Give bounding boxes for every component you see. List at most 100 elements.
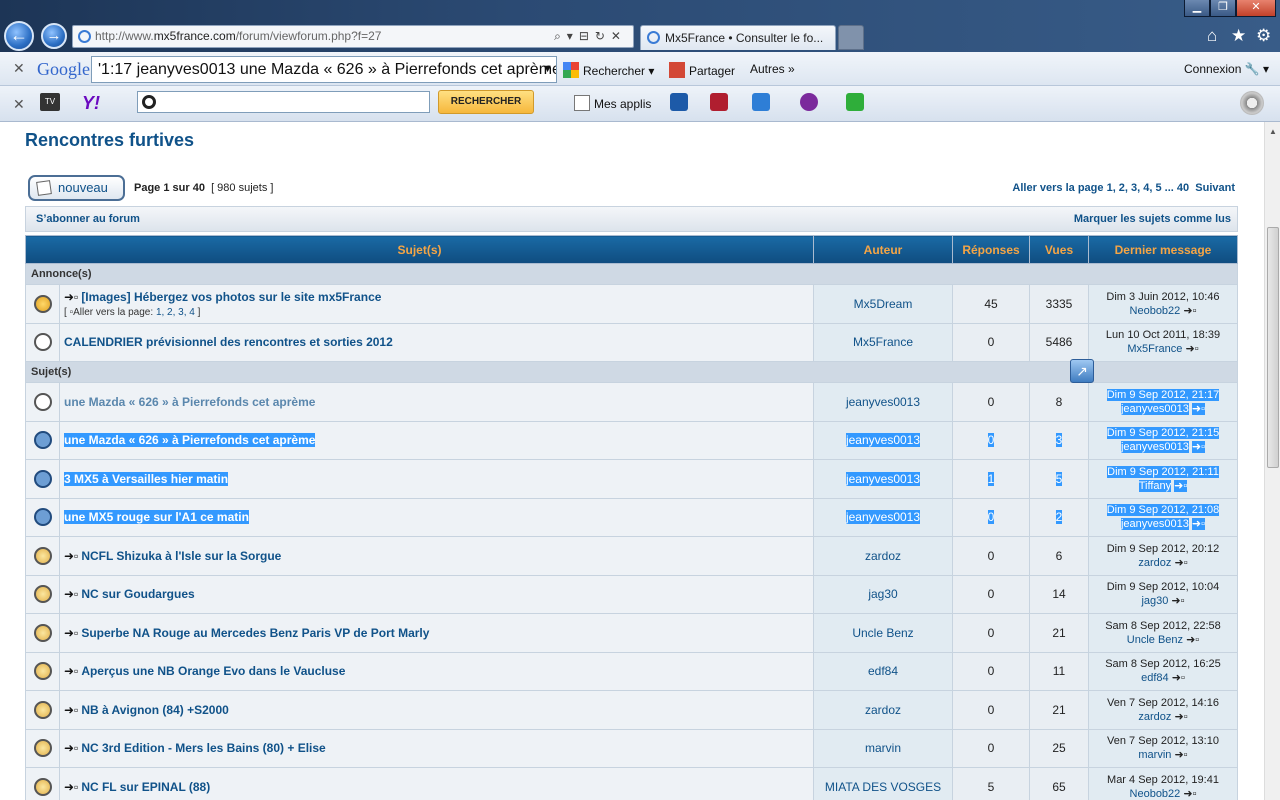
- home-icon[interactable]: ⌂: [1207, 26, 1217, 46]
- view-latest-icon[interactable]: ➜▫: [1183, 788, 1196, 800]
- close-toolbar-icon[interactable]: ✕: [13, 96, 25, 113]
- view-latest-icon[interactable]: ➜▫: [1191, 518, 1206, 531]
- view-latest-icon[interactable]: ➜▫: [1171, 595, 1184, 607]
- topic-author[interactable]: jag30: [813, 574, 953, 614]
- new-post-arrow-icon[interactable]: ➜▫: [64, 549, 78, 563]
- new-post-arrow-icon[interactable]: ➜▫: [64, 703, 78, 717]
- pagination-links[interactable]: Aller vers la page 1, 2, 3, 4, 5 ... 40 …: [1012, 182, 1235, 194]
- view-latest-icon[interactable]: ➜▫: [1174, 749, 1187, 761]
- partager-button[interactable]: Partager: [669, 62, 735, 78]
- address-tools-icon[interactable]: ⌕▾⊟↻✕: [554, 26, 627, 47]
- mark-read-link[interactable]: Marquer les sujets comme lus: [1074, 207, 1231, 231]
- topic-author[interactable]: zardoz: [813, 536, 953, 576]
- new-post-arrow-icon[interactable]: ➜▫: [64, 626, 78, 640]
- last-post-author[interactable]: zardoz: [1138, 711, 1171, 723]
- last-post-author[interactable]: Mx5France: [1127, 343, 1182, 355]
- view-latest-icon[interactable]: ➜▫: [1183, 305, 1196, 317]
- last-post-author[interactable]: jag30: [1141, 595, 1168, 607]
- yahoo-logo[interactable]: Y!: [82, 93, 100, 114]
- view-latest-icon[interactable]: ➜▫: [1174, 479, 1188, 492]
- yahoo-messenger-icon[interactable]: [800, 93, 818, 111]
- minimize-icon[interactable]: ▁: [1184, 0, 1210, 17]
- topic-link[interactable]: 3 MX5 à Versailles hier matin: [64, 471, 229, 486]
- topic-author[interactable]: jeanyves0013: [845, 471, 921, 486]
- view-latest-icon[interactable]: ➜▫: [1191, 402, 1206, 415]
- topic-link[interactable]: une MX5 rouge sur l'A1 ce matin: [64, 510, 249, 525]
- last-post-author[interactable]: edf84: [1141, 672, 1169, 684]
- last-post-author[interactable]: jeanyves0013: [1120, 402, 1189, 415]
- last-post-author[interactable]: Uncle Benz: [1127, 634, 1183, 646]
- settings-gear-icon[interactable]: [1240, 91, 1264, 115]
- topic-author[interactable]: jeanyves0013: [813, 382, 953, 422]
- chevron-down-icon[interactable]: ▼: [542, 57, 553, 82]
- notification-icon[interactable]: [710, 93, 728, 111]
- yahoo-search-button[interactable]: RECHERCHER: [438, 90, 534, 114]
- last-post-author[interactable]: jeanyves0013: [1120, 518, 1189, 531]
- view-latest-icon[interactable]: ➜▫: [1174, 557, 1187, 569]
- topic-author[interactable]: marvin: [813, 728, 953, 768]
- view-latest-icon[interactable]: ➜▫: [1174, 711, 1187, 723]
- new-tab-button[interactable]: [838, 25, 864, 50]
- new-post-arrow-icon[interactable]: ➜▫: [64, 741, 78, 755]
- topic-author[interactable]: jeanyves0013: [845, 510, 921, 525]
- wrench-icon[interactable]: 🔧: [1245, 62, 1260, 76]
- topic-link[interactable]: Superbe NA Rouge au Mercedes Benz Paris …: [81, 626, 429, 640]
- close-icon[interactable]: ✕: [1236, 0, 1276, 17]
- topic-link[interactable]: NC sur Goudargues: [81, 587, 194, 601]
- mail-icon[interactable]: [752, 93, 770, 111]
- last-post-author[interactable]: zardoz: [1138, 557, 1171, 569]
- forum-title[interactable]: Rencontres furtives: [25, 130, 194, 151]
- rechercher-button[interactable]: Rechercher ▾: [563, 62, 654, 78]
- close-toolbar-icon[interactable]: ✕: [13, 60, 25, 77]
- favorites-star-icon[interactable]: ★: [1231, 26, 1246, 46]
- last-post-author[interactable]: Neobob22: [1130, 305, 1181, 317]
- tab-mx5france[interactable]: Mx5France • Consulter le fo...: [640, 25, 836, 50]
- media-icon[interactable]: [670, 93, 688, 111]
- topic-link[interactable]: NB à Avignon (84) +S2000: [81, 703, 229, 717]
- yahoo-search-input[interactable]: [137, 91, 430, 113]
- topic-author[interactable]: zardoz: [813, 690, 953, 730]
- topic-link[interactable]: NC 3rd Edition - Mers les Bains (80) + E…: [81, 741, 325, 755]
- connexion-button[interactable]: Connexion 🔧 ▾: [1184, 62, 1269, 76]
- view-latest-icon[interactable]: ➜▫: [1191, 441, 1206, 454]
- new-topic-button[interactable]: nouveau: [28, 175, 125, 201]
- forward-button[interactable]: →: [41, 23, 67, 49]
- new-post-arrow-icon[interactable]: ➜▫: [64, 587, 78, 601]
- scroll-up-icon[interactable]: ▲: [1269, 127, 1277, 136]
- view-latest-icon[interactable]: ➜▫: [1186, 634, 1199, 646]
- topic-page-links[interactable]: 1, 2, 3, 4: [156, 307, 195, 318]
- topic-author[interactable]: Mx5France: [813, 322, 953, 362]
- plus-green-icon[interactable]: [846, 93, 864, 111]
- view-latest-icon[interactable]: ➜▫: [1172, 672, 1185, 684]
- topic-link[interactable]: une Mazda « 626 » à Pierrefonds cet aprè…: [64, 395, 315, 409]
- subscribe-link[interactable]: S’abonner au forum: [36, 213, 140, 225]
- new-post-arrow-icon[interactable]: ➜▫: [64, 664, 78, 678]
- google-search-input[interactable]: '1:17 jeanyves0013 une Mazda « 626 » à P…: [91, 56, 557, 83]
- topic-author[interactable]: edf84: [813, 651, 953, 691]
- topic-author[interactable]: jeanyves0013: [845, 433, 921, 448]
- topic-link[interactable]: NC FL sur EPINAL (88): [81, 780, 210, 794]
- accelerator-icon[interactable]: ↗: [1070, 359, 1094, 383]
- last-post-author[interactable]: Neobob22: [1130, 788, 1181, 800]
- last-post-author[interactable]: jeanyves0013: [1120, 441, 1189, 454]
- back-button[interactable]: ←: [4, 21, 34, 51]
- last-post-author[interactable]: Tiffany: [1138, 479, 1172, 492]
- scrollbar-thumb[interactable]: [1267, 227, 1279, 468]
- vertical-scrollbar[interactable]: ▲: [1264, 122, 1280, 800]
- new-post-arrow-icon[interactable]: ➜▫: [64, 780, 78, 794]
- tv-icon[interactable]: TV: [40, 93, 60, 111]
- new-post-arrow-icon[interactable]: ➜▫: [64, 290, 78, 304]
- mes-applis-button[interactable]: Mes applis: [574, 95, 651, 111]
- tools-gear-icon[interactable]: ⚙: [1256, 26, 1271, 46]
- topic-link[interactable]: NCFL Shizuka à l'Isle sur la Sorgue: [81, 549, 281, 563]
- last-post-author[interactable]: marvin: [1138, 749, 1171, 761]
- topic-link[interactable]: une Mazda « 626 » à Pierrefonds cet aprè…: [64, 433, 316, 448]
- maximize-icon[interactable]: ❐: [1210, 0, 1236, 17]
- topic-link[interactable]: Aperçus une NB Orange Evo dans le Vauclu…: [81, 664, 345, 678]
- view-latest-icon[interactable]: ➜▫: [1185, 343, 1198, 355]
- topic-link[interactable]: [Images] Hébergez vos photos sur le site…: [81, 290, 381, 304]
- autres-button[interactable]: Autres »: [750, 62, 795, 76]
- topic-author[interactable]: Uncle Benz: [813, 613, 953, 653]
- topic-author[interactable]: MIATA DES VOSGES: [813, 767, 953, 800]
- topic-author[interactable]: Mx5Dream: [813, 284, 953, 324]
